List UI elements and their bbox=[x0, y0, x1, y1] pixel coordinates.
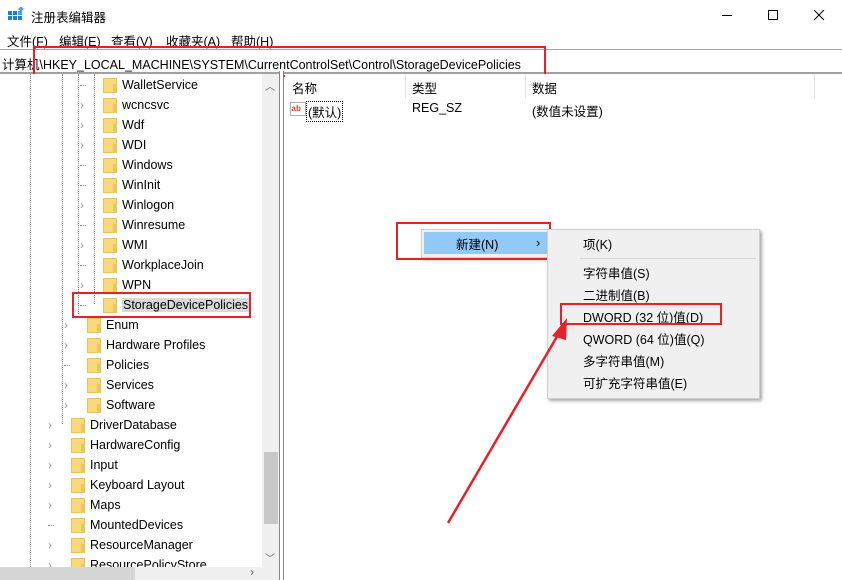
annotation-arrow bbox=[446, 318, 567, 524]
